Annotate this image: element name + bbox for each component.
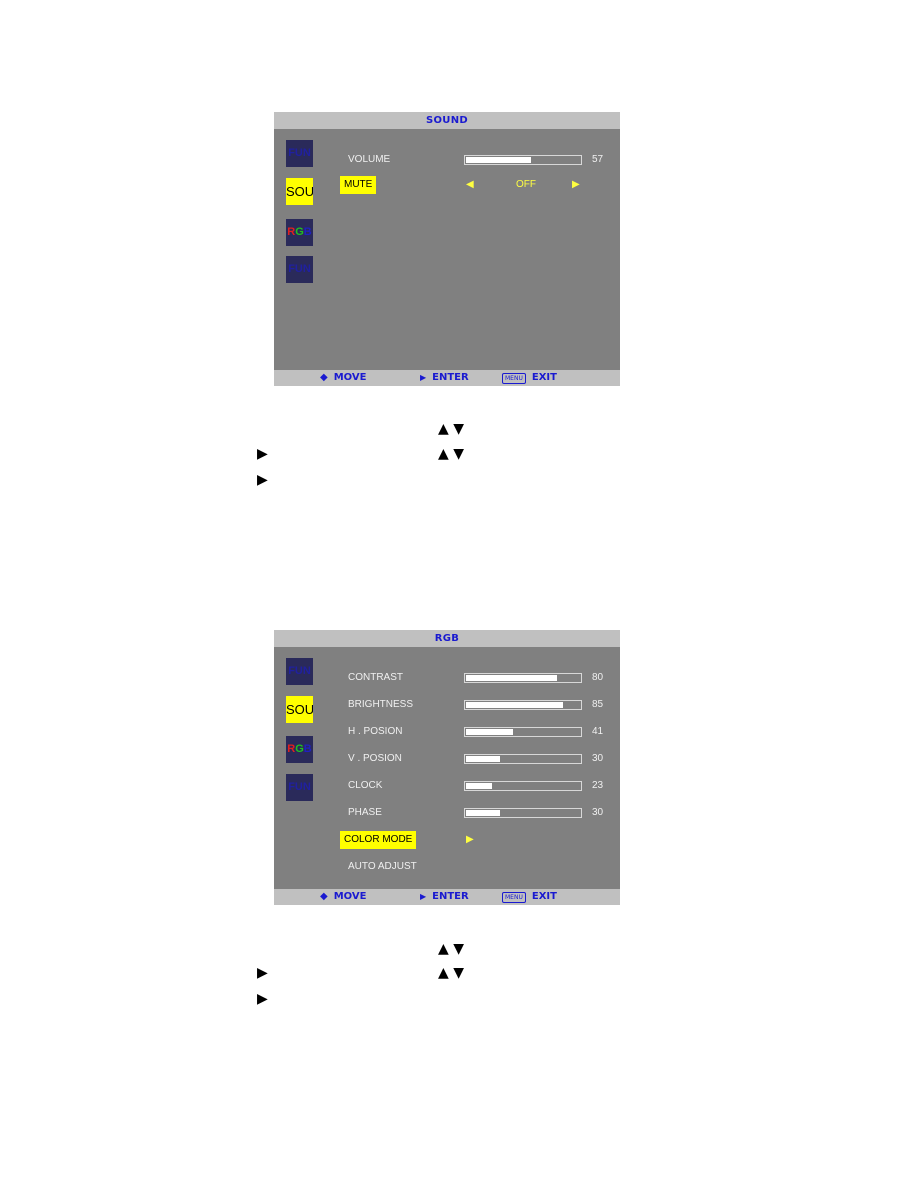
up-down-icon: ◆ [320, 372, 328, 383]
instruction-arrows-1: ▲ ▼ [438, 421, 465, 437]
menu-row-brightness[interactable]: BRIGHTNESS 85 [344, 696, 620, 714]
menu-icon: MENU [502, 891, 526, 903]
rgb-osd-panel: RGB FUN SOU RGB FUN CONTRAST 80 BRIGHTNESS… [274, 630, 620, 905]
osd-footer: ◆ MOVE ▶ ENTER MENU EXIT [274, 889, 620, 905]
menu-row-color-mode[interactable]: COLOR MODE ▶ [340, 831, 620, 849]
osd-title: SOUND [274, 112, 620, 129]
menu-icon: MENU [502, 372, 526, 384]
menu-row-volume[interactable]: VOLUME 57 [344, 151, 620, 169]
instruction-arrows-2: ▲ ▼ [438, 446, 465, 462]
row-value: 30 [592, 753, 604, 764]
menu-row-mute[interactable]: MUTE ◀ OFF ▶ [340, 176, 620, 194]
sound-osd-panel: SOUND FUN SOU RGB FUN VOLUME 57 MUTE ◀ O… [274, 112, 620, 386]
row-label: AUTO ADJUST [348, 861, 417, 872]
move-hint: MOVE [333, 372, 367, 383]
enter-hint: ENTER [432, 891, 469, 902]
instruction-bullet-2: ▶ [257, 472, 268, 488]
tab-function-2[interactable]: FUN [286, 256, 313, 283]
enter-arrow-icon: ▶ [420, 373, 427, 382]
osd-footer: ◆ MOVE ▶ ENTER MENU EXIT [274, 370, 620, 386]
menu-row-contrast[interactable]: CONTRAST 80 [344, 669, 620, 687]
value-slider[interactable] [464, 754, 582, 764]
slider-fill [466, 157, 531, 163]
enter-arrow-icon: ▶ [420, 892, 427, 901]
tab-function[interactable]: FUN [286, 140, 313, 167]
instruction-bullet-4: ▶ [257, 991, 268, 1007]
slider-fill [466, 756, 500, 762]
mute-value: OFF [516, 179, 536, 190]
row-label: VOLUME [348, 154, 391, 165]
row-value: 57 [592, 154, 604, 165]
row-value: 23 [592, 780, 604, 791]
tab-function[interactable]: FUN [286, 658, 313, 685]
left-arrow-icon[interactable]: ◀ [466, 176, 474, 194]
value-slider[interactable] [464, 673, 582, 683]
row-value: 85 [592, 699, 604, 710]
slider-fill [466, 702, 563, 708]
row-value: 30 [592, 807, 604, 818]
tab-rgb[interactable]: RGB [286, 219, 313, 246]
row-label: V . POSION [348, 753, 402, 764]
up-down-icon: ◆ [320, 891, 328, 902]
slider-fill [466, 810, 500, 816]
value-slider[interactable] [464, 781, 582, 791]
value-slider[interactable] [464, 700, 582, 710]
slider-fill [466, 783, 492, 789]
menu-row-v-posion[interactable]: V . POSION 30 [344, 750, 620, 768]
row-label: MUTE [340, 176, 377, 194]
instruction-bullet-1: ▶ [257, 446, 268, 462]
submenu-arrow-icon[interactable]: ▶ [466, 831, 474, 849]
move-hint: MOVE [333, 891, 367, 902]
enter-hint: ENTER [432, 372, 469, 383]
slider-fill [466, 675, 557, 681]
row-label: COLOR MODE [340, 831, 417, 849]
exit-hint: EXIT [531, 372, 557, 383]
value-slider[interactable] [464, 727, 582, 737]
menu-row-phase[interactable]: PHASE 30 [344, 804, 620, 822]
osd-title: RGB [274, 630, 620, 647]
row-label: H . POSION [348, 726, 403, 737]
tab-rgb[interactable]: RGB [286, 736, 313, 763]
row-label: CONTRAST [348, 672, 403, 683]
right-arrow-icon[interactable]: ▶ [572, 176, 580, 194]
row-value: 41 [592, 726, 604, 737]
menu-row-auto-adjust[interactable]: AUTO ADJUST [344, 858, 620, 876]
row-label: PHASE [348, 807, 382, 818]
value-slider[interactable] [464, 808, 582, 818]
menu-row-clock[interactable]: CLOCK 23 [344, 777, 620, 795]
instruction-arrows-4: ▲ ▼ [438, 965, 465, 981]
tab-function-2[interactable]: FUN [286, 774, 313, 801]
row-value: 80 [592, 672, 604, 683]
exit-hint: EXIT [531, 891, 557, 902]
menu-row-h-posion[interactable]: H . POSION 41 [344, 723, 620, 741]
volume-slider[interactable] [464, 155, 582, 165]
instruction-arrows-3: ▲ ▼ [438, 941, 465, 957]
tab-sound[interactable]: SOU [286, 696, 313, 723]
row-label: BRIGHTNESS [348, 699, 414, 710]
slider-fill [466, 729, 513, 735]
tab-sound[interactable]: SOU [286, 178, 313, 205]
row-label: CLOCK [348, 780, 383, 791]
instruction-bullet-3: ▶ [257, 965, 268, 981]
